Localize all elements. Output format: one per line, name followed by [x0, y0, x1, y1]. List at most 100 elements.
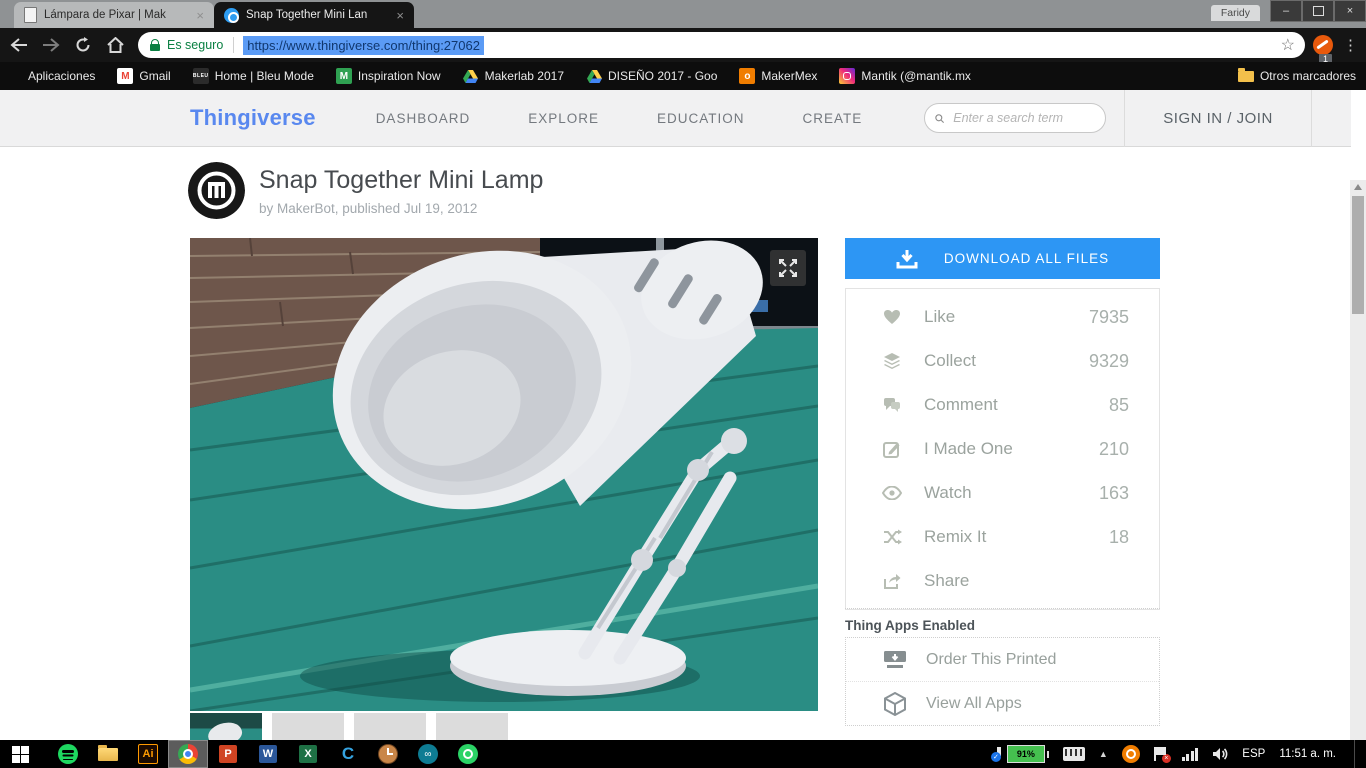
stat-share[interactable]: Share [846, 559, 1159, 603]
browser-tab-inactive[interactable]: Lámpara de Pixar | Mak × [14, 2, 214, 28]
clock-tools-icon [378, 744, 398, 764]
chrome-icon [178, 744, 198, 764]
volume-icon[interactable] [1212, 747, 1228, 761]
taskbar-excel[interactable]: X [288, 740, 328, 768]
taskbar-arduino[interactable]: ∞ [408, 740, 448, 768]
url-text[interactable]: https://www.thingiverse.com/thing:27062 [243, 36, 484, 55]
share-icon [882, 573, 902, 590]
nav-create[interactable]: CREATE [803, 111, 863, 126]
thing-byline[interactable]: by MakerBot, published Jul 19, 2012 [259, 201, 543, 216]
page-scrollbar[interactable] [1350, 180, 1366, 768]
taskbar-whatsapp[interactable] [448, 740, 488, 768]
screen: Lámpara de Pixar | Mak × Snap Together M… [0, 0, 1366, 768]
battery-tip [1047, 751, 1049, 758]
clock[interactable]: 11:51 a. m. [1279, 748, 1336, 760]
forward-button[interactable] [38, 32, 64, 58]
taskbar-chrome-active[interactable] [168, 740, 208, 768]
bookmark-label: Otros marcadores [1260, 69, 1356, 83]
thing-apps-card: Order This Printed View All Apps [845, 637, 1160, 726]
restore-button[interactable] [1302, 0, 1334, 22]
bookmark-inspiration[interactable]: M Inspiration Now [336, 68, 441, 84]
word-icon: W [259, 745, 277, 763]
taskbar-word[interactable]: W [248, 740, 288, 768]
nav-education[interactable]: EDUCATION [657, 111, 745, 126]
view-all-apps[interactable]: View All Apps [846, 681, 1159, 725]
stat-watch[interactable]: Watch 163 [846, 471, 1159, 515]
reload-button[interactable] [70, 32, 96, 58]
scrollbar-up-icon[interactable] [1354, 184, 1362, 190]
stat-i-made-one[interactable]: I Made One 210 [846, 427, 1159, 471]
battery-percent: 91% [1007, 745, 1045, 763]
antivirus-wheel-icon[interactable] [1122, 745, 1140, 763]
extension-icon[interactable]: 1 [1313, 35, 1333, 55]
taskbar-cura[interactable]: C [328, 740, 368, 768]
action-center-flag-icon[interactable]: × [1154, 746, 1168, 762]
show-desktop-button[interactable] [1354, 740, 1360, 768]
stat-remix[interactable]: Remix It 18 [846, 515, 1159, 559]
bookmark-bleumode[interactable]: BLEU Home | Bleu Mode [193, 68, 314, 84]
start-button[interactable] [0, 740, 40, 768]
home-button[interactable] [102, 32, 128, 58]
touch-keyboard-icon[interactable] [1063, 747, 1085, 761]
fullscreen-button[interactable] [770, 250, 806, 286]
bookmark-star-icon[interactable]: ☆ [1277, 35, 1299, 55]
search-input[interactable] [951, 110, 1095, 126]
nav-dashboard[interactable]: DASHBOARD [376, 111, 471, 126]
address-bar[interactable]: Es seguro https://www.thingiverse.com/th… [138, 32, 1305, 58]
stat-value: 18 [1109, 527, 1129, 548]
chrome-menu-icon[interactable]: ⋮ [1343, 36, 1358, 54]
windows-taskbar: Ai P W X C ∞ ✓ 91% ▲ × ESP 11:51 a. m. [0, 740, 1366, 768]
hidden-icons-chevron[interactable]: ▲ [1099, 749, 1108, 759]
bookmark-mantik[interactable]: Mantik (@mantik.mx [839, 68, 971, 84]
other-bookmarks[interactable]: Otros marcadores [1238, 69, 1356, 83]
thingiverse-logo[interactable]: Thingiverse [190, 105, 316, 131]
language-indicator[interactable]: ESP [1242, 748, 1265, 760]
stat-value: 210 [1099, 439, 1129, 460]
arduino-icon: ∞ [418, 744, 438, 764]
print-order-icon [882, 650, 908, 670]
taskbar-explorer[interactable] [88, 740, 128, 768]
taskbar-illustrator[interactable]: Ai [128, 740, 168, 768]
app-label: View All Apps [926, 695, 1022, 713]
site-header: Thingiverse DASHBOARD EXPLORE EDUCATION … [0, 90, 1351, 147]
bookmark-diseno[interactable]: DISEÑO 2017 - Goo [586, 68, 717, 84]
thing-photo[interactable] [190, 238, 818, 711]
stat-like[interactable]: Like 7935 [846, 295, 1159, 339]
taskbar-powerpoint[interactable]: P [208, 740, 248, 768]
close-tab-icon[interactable]: × [194, 8, 206, 23]
bookmark-makermex[interactable]: o MakerMex [739, 68, 817, 84]
sign-in-join-button[interactable]: SIGN IN / JOIN [1124, 90, 1312, 147]
taskbar-spotify[interactable] [48, 740, 88, 768]
stat-label: I Made One [924, 439, 1013, 459]
stat-collect[interactable]: Collect 9329 [846, 339, 1159, 383]
close-tab-icon[interactable]: × [394, 8, 406, 23]
shuffle-icon [882, 529, 902, 545]
download-all-files-button[interactable]: DOWNLOAD ALL FILES [845, 238, 1160, 279]
main-nav: DASHBOARD EXPLORE EDUCATION CREATE [376, 111, 863, 126]
stat-comment[interactable]: Comment 85 [846, 383, 1159, 427]
lamp-photo-illustration [190, 238, 818, 711]
drive-icon [463, 68, 479, 84]
collect-icon [882, 353, 902, 369]
bookmark-apps[interactable]: Aplicaciones [8, 69, 95, 83]
close-window-button[interactable]: × [1334, 0, 1366, 22]
order-this-printed[interactable]: Order This Printed [846, 638, 1159, 681]
chrome-profile-chip[interactable]: Faridy [1211, 5, 1260, 21]
tab-title: Lámpara de Pixar | Mak [44, 9, 187, 21]
back-button[interactable] [6, 32, 32, 58]
bookmark-makerlab[interactable]: Makerlab 2017 [463, 68, 564, 84]
search-box[interactable] [924, 103, 1106, 133]
makerbot-avatar[interactable] [188, 162, 245, 219]
download-icon [896, 249, 918, 269]
battery-status[interactable]: ✓ 91% [993, 745, 1049, 763]
scrollbar-thumb[interactable] [1352, 196, 1364, 314]
taskbar-clock-app[interactable] [368, 740, 408, 768]
expand-icon [778, 258, 798, 278]
nav-explore[interactable]: EXPLORE [528, 111, 599, 126]
excel-icon: X [299, 745, 317, 763]
bookmark-gmail[interactable]: M Gmail [117, 68, 170, 84]
minimize-button[interactable]: – [1270, 0, 1302, 22]
network-signal-icon[interactable] [1182, 747, 1199, 761]
heart-icon [882, 309, 902, 325]
browser-tab-active[interactable]: Snap Together Mini Lan × [214, 2, 414, 28]
